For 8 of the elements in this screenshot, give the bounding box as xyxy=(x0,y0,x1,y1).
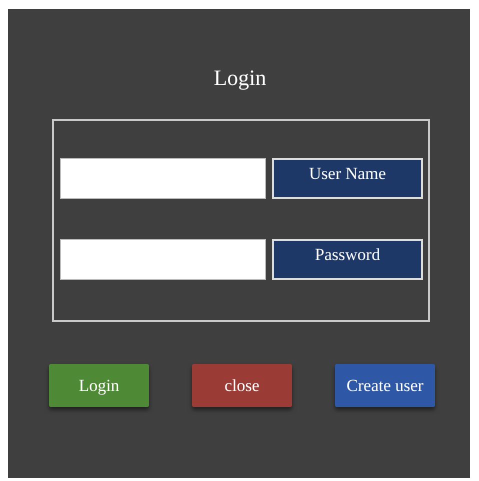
field-label: Password xyxy=(272,239,423,280)
action-button[interactable]: close xyxy=(192,364,292,407)
action-button[interactable]: Create user xyxy=(335,364,435,407)
field-label: User Name xyxy=(272,158,423,199)
input-field[interactable] xyxy=(60,239,266,280)
input-field[interactable] xyxy=(60,158,266,199)
login-title: Login xyxy=(212,67,268,89)
action-button[interactable]: Login xyxy=(49,364,149,407)
